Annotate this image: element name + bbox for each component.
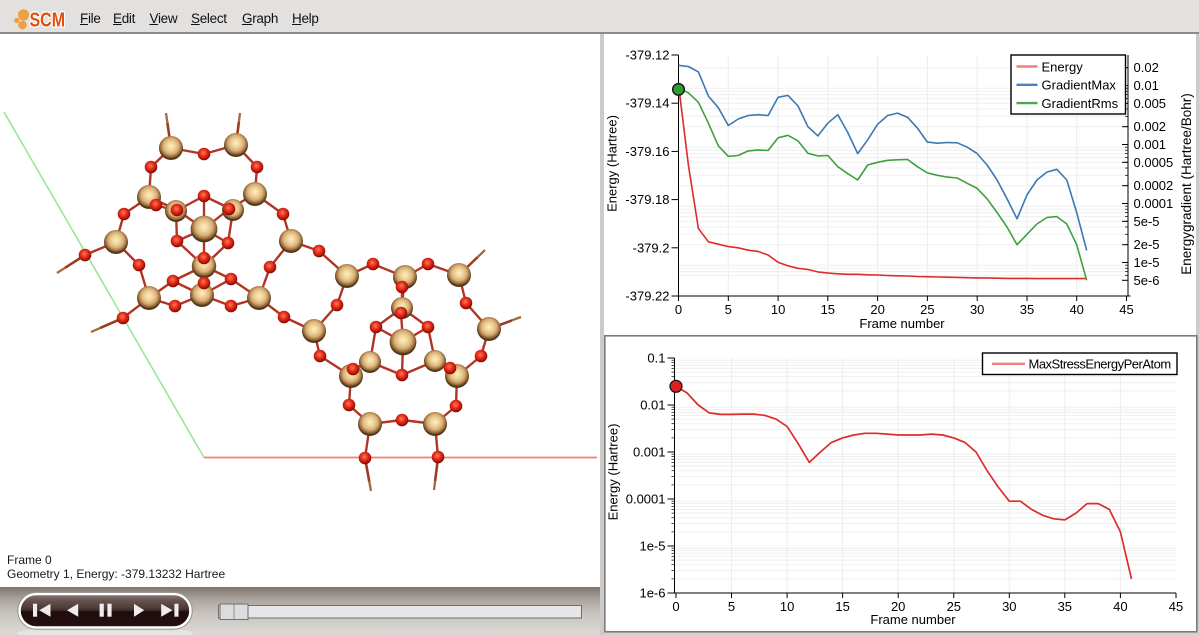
svg-text:-379.2: -379.2 [633,240,670,255]
svg-text:2e-5: 2e-5 [1134,237,1160,252]
svg-text:0.1: 0.1 [647,351,665,366]
svg-text:5: 5 [728,599,735,614]
svg-text:40: 40 [1069,302,1083,317]
svg-text:40: 40 [1113,599,1127,614]
svg-text:0: 0 [672,599,679,614]
svg-text:0.0005: 0.0005 [1134,155,1174,170]
svg-text:30: 30 [970,302,984,317]
svg-text:Frame number: Frame number [859,316,945,331]
svg-text:0.001: 0.001 [633,445,666,460]
svg-text:Energy (Hartree): Energy (Hartree) [606,424,621,521]
svg-text:5e-6: 5e-6 [1134,273,1160,288]
svg-text:0.01: 0.01 [640,398,665,413]
svg-text:45: 45 [1169,599,1183,614]
svg-text:35: 35 [1058,599,1072,614]
svg-text:10: 10 [780,599,794,614]
svg-text:Energy (Hartree): Energy (Hartree) [605,115,620,212]
svg-text:45: 45 [1119,302,1133,317]
svg-text:MaxStressEnergyPerAtom: MaxStressEnergyPerAtom [1029,356,1171,371]
svg-text:10: 10 [771,302,785,317]
svg-text:0: 0 [675,302,682,317]
svg-text:SCM: SCM [30,9,66,31]
svg-text:0.02: 0.02 [1134,60,1159,75]
svg-text:-379.22: -379.22 [625,289,669,304]
svg-text:0.01: 0.01 [1134,78,1159,93]
svg-text:1e-5: 1e-5 [1134,255,1160,270]
svg-text:-379.18: -379.18 [625,192,669,207]
svg-text:15: 15 [835,599,849,614]
svg-text:20: 20 [870,302,884,317]
svg-text:0.002: 0.002 [1134,119,1167,134]
svg-text:0.001: 0.001 [1134,137,1167,152]
svg-text:Energygradient (Hartree/Bohr): Energygradient (Hartree/Bohr) [1179,93,1194,275]
svg-text:5: 5 [725,302,732,317]
svg-text:30: 30 [1002,599,1016,614]
svg-text:0.0002: 0.0002 [1134,178,1174,193]
svg-text:0.0001: 0.0001 [626,492,666,507]
svg-text:1e-5: 1e-5 [639,539,665,554]
svg-text:-379.14: -379.14 [625,96,669,111]
svg-text:Frame number: Frame number [870,612,956,627]
svg-text:1e-6: 1e-6 [639,586,665,601]
svg-text:-379.16: -379.16 [625,144,669,159]
svg-text:25: 25 [920,302,934,317]
svg-text:35: 35 [1020,302,1034,317]
svg-text:GradientRms: GradientRms [1042,96,1119,111]
svg-text:0.005: 0.005 [1134,96,1167,111]
svg-text:0.0001: 0.0001 [1134,196,1174,211]
svg-text:-379.12: -379.12 [625,48,669,63]
svg-text:5e-5: 5e-5 [1134,214,1160,229]
svg-text:GradientMax: GradientMax [1042,78,1117,93]
svg-text:15: 15 [821,302,835,317]
svg-text:Energy: Energy [1042,59,1084,74]
